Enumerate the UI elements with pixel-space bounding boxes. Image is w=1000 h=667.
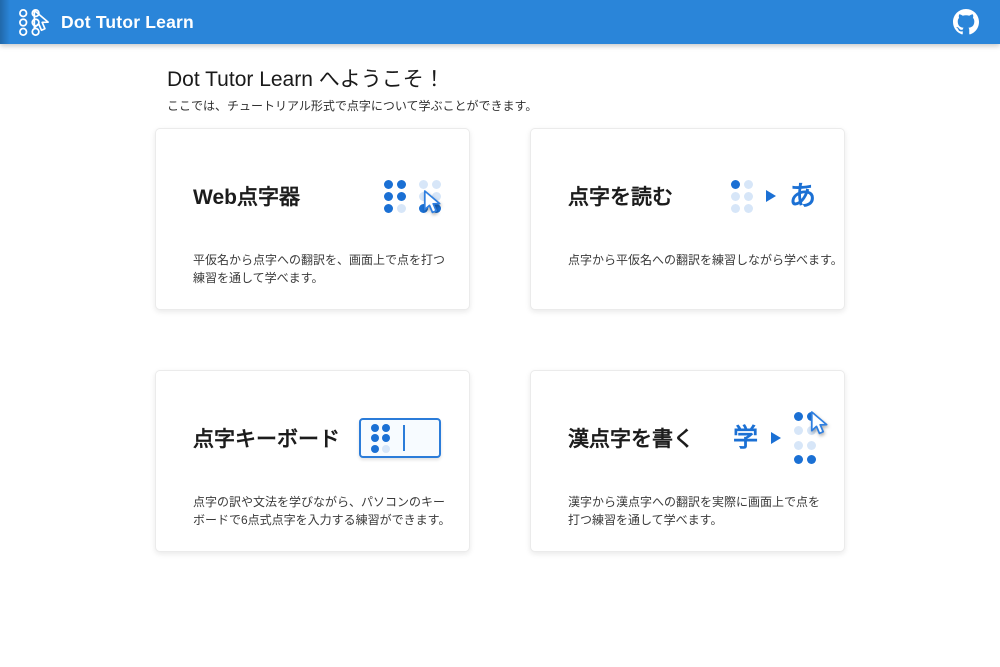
braille-to-hiragana-icon: あ: [731, 180, 816, 213]
braille-dot: [382, 445, 390, 453]
braille-cell: [371, 424, 390, 453]
arrow-right-icon: [771, 432, 781, 444]
card-description: 漢字から漢点字への翻訳を実際に画面上で点を打つ練習を通して学べます。: [568, 493, 828, 529]
github-link[interactable]: [953, 9, 979, 35]
braille-dot: [744, 180, 753, 189]
braille-dot: [432, 204, 441, 213]
card-title: 漢点字を書く: [568, 423, 694, 453]
braille-dot: [371, 445, 379, 453]
braille-dot: [432, 180, 441, 189]
braille-cell: [419, 180, 441, 213]
braille-dot: [384, 180, 393, 189]
card-title: 点字を読む: [568, 181, 673, 211]
braille-dot: [397, 192, 406, 201]
card-title-row: 漢点字を書く 学: [568, 399, 828, 477]
braille-dot: [807, 455, 816, 464]
braille-dot: [382, 434, 390, 442]
hiragana-char: あ: [789, 183, 816, 210]
braille-dot: [794, 455, 803, 464]
kanji-to-braille-cursor-icon: 学: [733, 412, 816, 465]
github-icon: [953, 9, 979, 35]
braille-input-box-icon: [359, 418, 441, 458]
braille-dot: [419, 180, 428, 189]
braille-cell: [384, 180, 406, 213]
braille-dot: [432, 192, 441, 201]
braille-dot: [371, 434, 379, 442]
card-title-row: Web点字器: [193, 157, 453, 235]
braille-dot: [807, 426, 816, 435]
page-title: Dot Tutor Learn へようこそ！: [167, 68, 845, 92]
welcome-section: Dot Tutor Learn へようこそ！ ここでは、チュートリアル形式で点字…: [155, 68, 845, 114]
card-web-brailler[interactable]: Web点字器 平仮名から点字への翻訳を、画面上で点を打つ練習を通して学べます。: [155, 128, 470, 310]
card-title-row: 点字を読む あ: [568, 157, 828, 235]
braille-cell: [731, 180, 753, 213]
braille-dot: [807, 412, 816, 421]
card-title: 点字キーボード: [193, 423, 340, 453]
braille-dot: [731, 180, 740, 189]
text-caret-icon: [403, 425, 405, 451]
app-header: Dot Tutor Learn: [0, 0, 1000, 44]
kanji-char: 学: [733, 426, 758, 451]
braille-dot: [397, 180, 406, 189]
braille-cursor-logo-icon: [16, 6, 49, 39]
braille-cells-cursor-icon: [384, 180, 441, 213]
braille-dot: [731, 204, 740, 213]
braille-dot: [794, 441, 803, 450]
braille-dot: [371, 424, 379, 432]
braille-cell-8dot: [794, 412, 816, 465]
tutorial-card-grid: Web点字器 平仮名から点字への翻訳を、画面上で点を打つ練習を通して学べます。 …: [155, 128, 845, 552]
card-write-kanji-braille[interactable]: 漢点字を書く 学 漢字から漢点字への翻訳を実際に画面上で点を打つ練習を通して学べ…: [530, 370, 845, 552]
braille-dot: [807, 441, 816, 450]
card-description: 点字の訳や文法を学びながら、パソコンのキーボードで6点式点字を入力する練習ができ…: [193, 493, 453, 529]
app-logo[interactable]: [16, 6, 49, 39]
braille-dot: [794, 412, 803, 421]
braille-dot: [384, 204, 393, 213]
braille-dot: [382, 424, 390, 432]
text-input-box-icon: [359, 418, 441, 458]
card-title-row: 点字キーボード: [193, 399, 453, 477]
braille-dot: [744, 192, 753, 201]
arrow-right-icon: [766, 190, 776, 202]
card-description: 平仮名から点字への翻訳を、画面上で点を打つ練習を通して学べます。: [193, 251, 453, 287]
card-title: Web点字器: [193, 181, 300, 211]
main-content: Dot Tutor Learn へようこそ！ ここでは、チュートリアル形式で点字…: [0, 44, 1000, 552]
braille-dot: [794, 426, 803, 435]
braille-dot: [384, 192, 393, 201]
app-title: Dot Tutor Learn: [61, 12, 194, 33]
braille-dot: [419, 204, 428, 213]
page-subtitle: ここでは、チュートリアル形式で点字について学ぶことができます。: [167, 97, 845, 114]
braille-dot: [419, 192, 428, 201]
braille-dot: [744, 204, 753, 213]
braille-dot: [397, 204, 406, 213]
braille-dot: [731, 192, 740, 201]
card-read-braille[interactable]: 点字を読む あ 点字から平仮名への翻訳を練習しながら学べます。: [530, 128, 845, 310]
card-description: 点字から平仮名への翻訳を練習しながら学べます。: [568, 251, 828, 269]
card-braille-keyboard[interactable]: 点字キーボード 点字の訳や文法を学びながら、パソコンのキーボードで6点式点字を入…: [155, 370, 470, 552]
